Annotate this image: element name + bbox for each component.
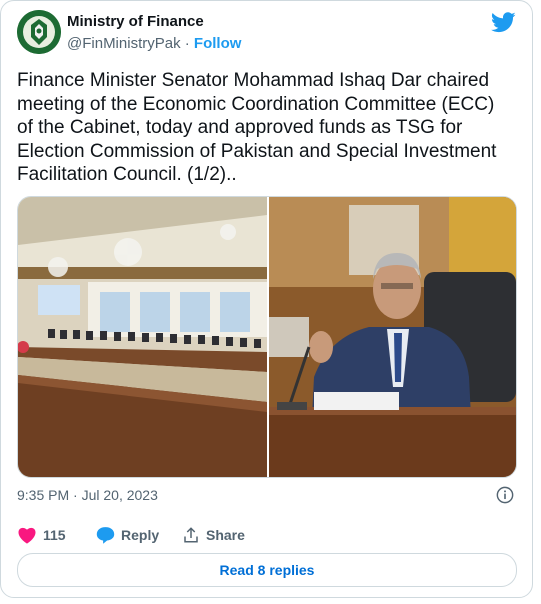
tweet-text: Finance Minister Senator Mohammad Ishaq …: [17, 70, 497, 185]
speech-bubble-icon: [96, 527, 115, 544]
share-label: Share: [206, 527, 245, 543]
read-replies-button[interactable]: Read 8 replies: [17, 553, 517, 587]
finance-minister-photo[interactable]: [269, 197, 516, 477]
reply-label: Reply: [121, 527, 160, 543]
like-button[interactable]: 115: [17, 522, 66, 548]
tweet-timestamp[interactable]: 9:35 PM · Jul 20, 2023: [17, 487, 158, 503]
tweet-media[interactable]: [17, 196, 517, 478]
heart-icon: [18, 527, 36, 544]
share-button[interactable]: Share: [182, 522, 245, 548]
like-count: 115: [43, 527, 66, 543]
account-handle[interactable]: @FinMinistryPak: [67, 35, 181, 52]
avatar[interactable]: [17, 10, 61, 54]
info-icon[interactable]: [496, 486, 514, 504]
handle-row: @FinMinistryPak · Follow: [67, 35, 241, 52]
account-name[interactable]: Ministry of Finance: [67, 13, 204, 30]
tweet-card: Ministry of Finance @FinMinistryPak · Fo…: [0, 0, 533, 598]
follow-button[interactable]: Follow: [194, 35, 242, 52]
share-arrow-icon: [184, 527, 198, 543]
meeting-room-photo[interactable]: [18, 197, 267, 477]
tweet-header: Ministry of Finance @FinMinistryPak · Fo…: [17, 10, 516, 54]
reply-button[interactable]: Reply: [96, 522, 159, 548]
twitter-bird-icon[interactable]: [491, 12, 516, 33]
separator: ·: [184, 35, 190, 52]
